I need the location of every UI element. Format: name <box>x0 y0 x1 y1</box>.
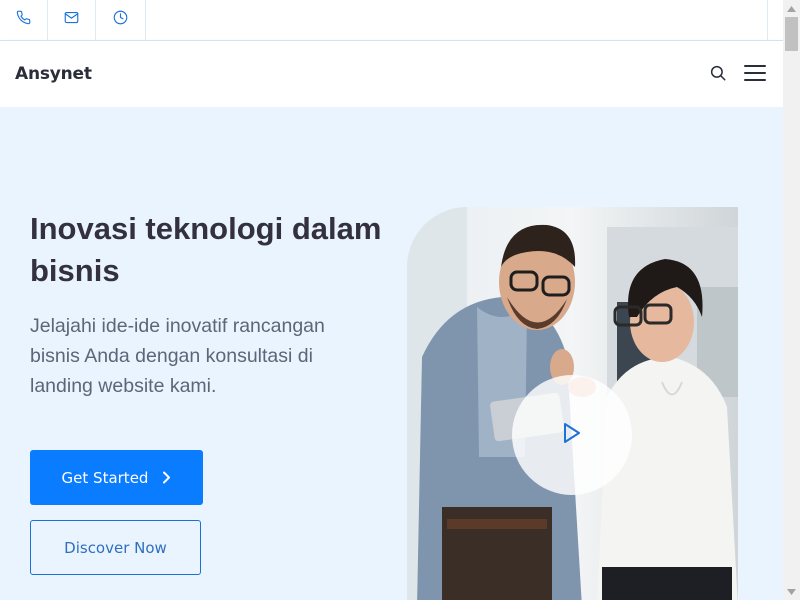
search-icon <box>709 64 727 87</box>
hours-link[interactable] <box>96 0 146 40</box>
brand-logo[interactable]: Ansynet <box>15 64 92 84</box>
discover-now-label: Discover Now <box>64 538 167 557</box>
discover-now-button[interactable]: Discover Now <box>30 520 201 575</box>
menu-toggle-button[interactable] <box>744 64 766 87</box>
scrollbar-thumb[interactable] <box>785 17 798 51</box>
page-scrollbar[interactable] <box>783 0 800 600</box>
scroll-down-arrow[interactable] <box>783 583 800 600</box>
hero-subtitle: Jelajahi ide-ide inovatif rancangan bisn… <box>30 315 325 397</box>
chevron-right-icon <box>162 471 171 484</box>
hamburger-menu-icon <box>744 64 766 87</box>
mail-icon <box>64 10 79 30</box>
mail-link[interactable] <box>48 0 96 40</box>
play-icon <box>562 422 582 449</box>
main-navbar: Ansynet <box>0 41 783 107</box>
play-video-button[interactable] <box>512 375 632 495</box>
hero-title: Inovasi teknologi dalam bisnis <box>30 211 382 288</box>
hero-section: Inovasi teknologi dalam bisnis Jelajahi … <box>0 107 783 600</box>
hero-photo <box>407 207 738 600</box>
topbar-divider <box>767 0 783 40</box>
get-started-label: Get Started <box>61 468 149 487</box>
clock-icon <box>113 10 128 30</box>
top-contact-bar <box>0 0 783 41</box>
search-button[interactable] <box>708 65 728 85</box>
phone-link[interactable] <box>0 0 48 40</box>
phone-icon <box>16 10 31 30</box>
scroll-up-arrow[interactable] <box>783 0 800 17</box>
get-started-button[interactable]: Get Started <box>30 450 203 505</box>
